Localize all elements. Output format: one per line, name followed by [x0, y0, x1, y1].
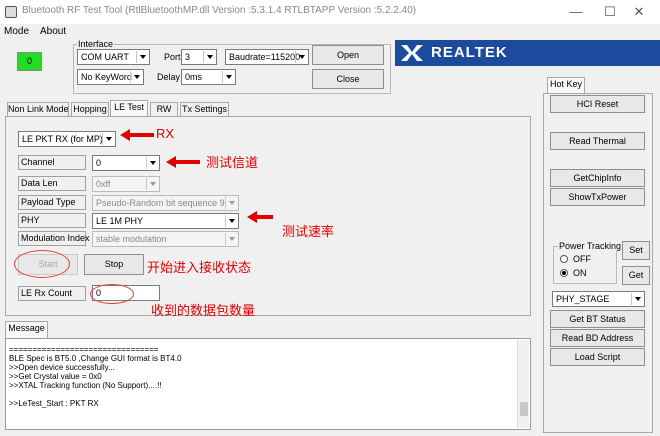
payload-type-select[interactable]: Pseudo-Random bit sequence 9 [92, 195, 239, 211]
menu-about[interactable]: About [40, 26, 66, 37]
power-tracking-on-radio[interactable] [560, 269, 568, 277]
message-log: ================================ BLE Spe… [5, 338, 531, 430]
chevron-down-icon [136, 51, 148, 63]
load-script-button[interactable]: Load Script [550, 348, 645, 366]
phy-label: PHY [18, 213, 86, 228]
tab-message[interactable]: Message [5, 321, 48, 338]
interface-group-label: Interface [77, 39, 115, 49]
payload-type-label: Payload Type [18, 195, 86, 210]
data-len-label: Data Len [18, 176, 86, 191]
read-thermal-button[interactable]: Read Thermal [550, 132, 645, 150]
log-line: >>Open device successfully... [9, 363, 115, 372]
baudrate-select[interactable]: Baudrate=115200 [225, 49, 309, 65]
rx-count-highlight-ellipse [90, 284, 134, 304]
tab-rw[interactable]: RW [150, 102, 178, 117]
log-scrollbar-thumb[interactable] [520, 402, 528, 416]
power-tracking-label: Power Tracking [558, 241, 623, 251]
chevron-down-icon [225, 215, 237, 227]
log-line: >>Get Crystal value = 0x0 [9, 372, 102, 381]
delay-select[interactable]: 0ms [181, 69, 236, 85]
status-indicator: 0 [17, 52, 42, 71]
realtek-logo: REALTEK [395, 40, 660, 66]
chevron-down-icon [102, 133, 114, 145]
menu-mode[interactable]: Mode [4, 26, 29, 37]
tab-non-link-mode[interactable]: Non Link Mode [7, 102, 69, 117]
tab-hot-key[interactable]: Hot Key [547, 77, 585, 94]
chevron-down-icon [225, 197, 237, 209]
chevron-down-icon [146, 178, 158, 190]
log-line: >>XTAL Tracking function (No Support)...… [9, 381, 162, 390]
get-bt-status-button[interactable]: Get BT Status [550, 310, 645, 328]
stop-button[interactable]: Stop [84, 254, 144, 275]
app-icon [5, 6, 17, 18]
power-tracking-group [553, 246, 617, 284]
arrow-left-icon [166, 156, 200, 168]
modulation-index-select[interactable]: stable modulation [92, 231, 239, 247]
annotation-count: 收到的数据包数量 [151, 303, 256, 318]
channel-label: Channel [18, 155, 86, 170]
chevron-down-icon [146, 157, 158, 169]
keyword-select[interactable]: No KeyWord [77, 69, 144, 85]
log-line: ================================ [9, 345, 159, 354]
power-tracking-on-label: ON [573, 268, 587, 278]
port-label: Port [164, 52, 181, 62]
annotation-start: 开始进入接收状态 [147, 260, 252, 275]
arrow-left-icon [247, 211, 273, 223]
maximize-button[interactable]: ☐ [596, 2, 624, 22]
chevron-down-icon [295, 51, 307, 63]
delay-label: Delay [157, 72, 181, 82]
phy-select[interactable]: LE 1M PHY [92, 213, 239, 229]
tab-tx-settings[interactable]: Tx Settings [180, 102, 229, 117]
modulation-index-label: Modulation Index [18, 231, 90, 246]
annotation-channel: 测试信道 [206, 155, 259, 170]
power-tracking-off-radio[interactable] [560, 255, 568, 263]
le-mode-select[interactable]: LE PKT RX (for MP) [18, 131, 116, 147]
port-select[interactable]: 3 [181, 49, 217, 65]
hci-reset-button[interactable]: HCI Reset [550, 95, 645, 113]
annotation-rate: 测试速率 [282, 224, 335, 239]
close-window-button[interactable]: ✕ [625, 2, 653, 22]
minimize-button[interactable]: — [562, 2, 590, 22]
data-len-select[interactable]: 0xff [92, 176, 160, 192]
close-button[interactable]: Close [312, 69, 384, 89]
power-tracking-set-button[interactable]: Set [622, 241, 650, 260]
channel-select[interactable]: 0 [92, 155, 160, 171]
log-line: >>LeTest_Start : PKT RX [9, 399, 99, 408]
tab-le-test[interactable]: LE Test [110, 100, 148, 117]
chevron-down-icon [225, 233, 237, 245]
realtek-logo-icon [401, 45, 423, 61]
chevron-down-icon [631, 293, 643, 305]
annotation-rx: RX [156, 126, 175, 141]
arrow-left-icon [120, 129, 154, 141]
read-bd-address-button[interactable]: Read BD Address [550, 329, 645, 347]
get-chip-info-button[interactable]: GetChipInfo [550, 169, 645, 187]
chevron-down-icon [203, 51, 215, 63]
tab-hopping[interactable]: Hopping [71, 102, 109, 117]
log-line: BLE Spec is BT5.0 ,Change GUI format is … [9, 354, 182, 363]
start-highlight-ellipse [14, 250, 70, 278]
power-tracking-off-label: OFF [573, 254, 591, 264]
log-scrollbar[interactable] [517, 340, 529, 428]
chevron-down-icon [130, 71, 142, 83]
realtek-logo-text: REALTEK [431, 44, 508, 61]
phy-stage-select[interactable]: PHY_STAGE [552, 291, 645, 307]
rx-count-label: LE Rx Count [18, 286, 86, 301]
title-bar: Bluetooth RF Test Tool (RtlBluetoothMP.d… [0, 0, 660, 24]
show-tx-power-button[interactable]: ShowTxPower [550, 188, 645, 206]
window-title: Bluetooth RF Test Tool (RtlBluetoothMP.d… [22, 5, 417, 16]
chevron-down-icon [222, 71, 234, 83]
interface-type-select[interactable]: COM UART [77, 49, 150, 65]
power-tracking-get-button[interactable]: Get [622, 266, 650, 285]
open-button[interactable]: Open [312, 45, 384, 65]
